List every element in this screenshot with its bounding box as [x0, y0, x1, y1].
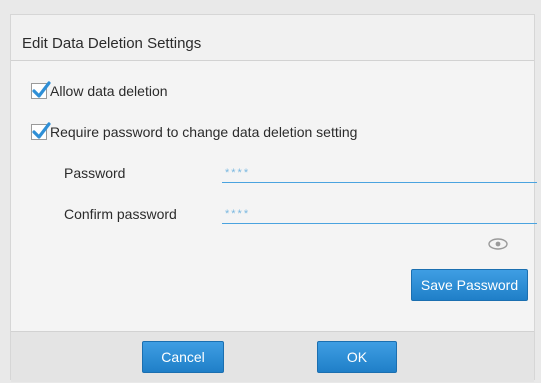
dialog-footer: Cancel OK: [11, 331, 534, 382]
allow-data-deletion-checkbox[interactable]: [31, 81, 51, 99]
password-label: Password: [64, 165, 126, 181]
require-password-row[interactable]: Require password to change data deletion…: [31, 121, 357, 143]
allow-data-deletion-label: Allow data deletion: [50, 83, 168, 99]
require-password-checkbox[interactable]: [31, 122, 51, 140]
password-field[interactable]: [222, 163, 537, 183]
require-password-label: Require password to change data deletion…: [50, 124, 358, 140]
allow-data-deletion-row[interactable]: Allow data deletion: [31, 80, 168, 102]
eye-icon[interactable]: [488, 238, 508, 250]
cancel-button[interactable]: Cancel: [142, 341, 224, 373]
dialog-title-bar: Edit Data Deletion Settings: [11, 15, 534, 61]
checkmark-icon: [32, 81, 51, 98]
dialog-title: Edit Data Deletion Settings: [22, 35, 202, 52]
checkmark-icon: [32, 122, 51, 139]
ok-button[interactable]: OK: [317, 341, 397, 373]
confirm-password-field[interactable]: [222, 204, 537, 224]
edit-data-deletion-dialog: Edit Data Deletion Settings Allow data d…: [10, 14, 537, 382]
save-password-button[interactable]: Save Password: [411, 269, 528, 301]
confirm-password-label: Confirm password: [64, 206, 177, 222]
